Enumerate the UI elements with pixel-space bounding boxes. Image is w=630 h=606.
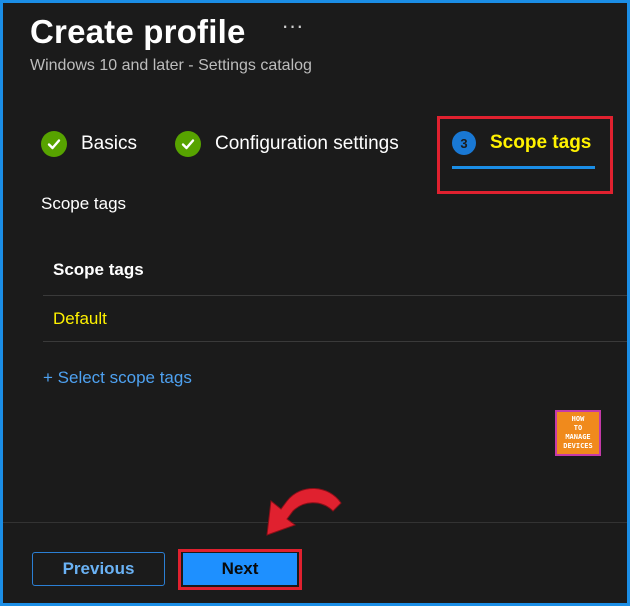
more-options-icon[interactable]: ···: [282, 15, 304, 37]
active-step-indicator: [452, 166, 595, 169]
check-icon: [41, 131, 67, 157]
select-scope-tags-link[interactable]: + Select scope tags: [43, 368, 192, 388]
annotation-arrow-icon: [266, 488, 342, 536]
section-label: Scope tags: [41, 194, 127, 213]
table-header: Scope tags: [53, 260, 144, 279]
annotation-highlight-box: [437, 116, 613, 194]
step-label: Basics: [81, 133, 137, 154]
table-divider: [43, 341, 627, 342]
step-basics[interactable]: Basics: [41, 131, 137, 157]
page-title: Create profile: [30, 13, 246, 50]
title-row: Create profile ···: [30, 13, 304, 51]
create-profile-pane: Create profile ··· Windows 10 and later …: [0, 0, 630, 606]
page-subtitle: Windows 10 and later - Settings catalog: [30, 57, 312, 74]
step-label: Scope tags: [490, 132, 592, 153]
table-divider: [43, 295, 627, 296]
step-scope-tags[interactable]: 3 Scope tags: [452, 131, 591, 155]
check-icon: [174, 131, 201, 157]
previous-button[interactable]: Previous: [32, 552, 165, 586]
step-number-icon: 3: [452, 131, 476, 155]
table-row: Default: [53, 309, 107, 328]
wizard-steps: Basics Configuration settings: [41, 131, 399, 157]
watermark-logo: HOW TO MANAGE DEVICES: [555, 410, 601, 456]
step-configuration-settings[interactable]: Configuration settings: [174, 131, 399, 157]
step-label: Configuration settings: [214, 133, 399, 154]
